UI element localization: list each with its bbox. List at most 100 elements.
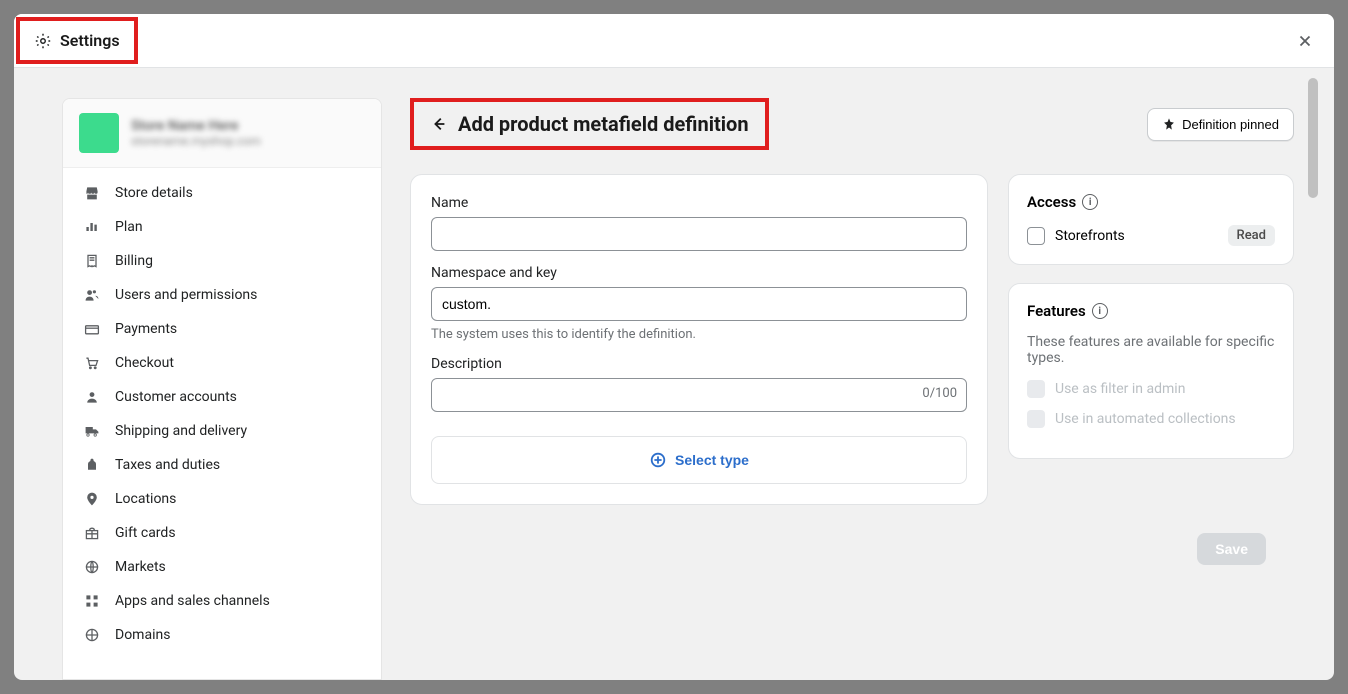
sidebar-item-checkout[interactable]: Checkout: [63, 346, 381, 380]
taxes-icon: [83, 456, 101, 474]
sidebar-item-locations[interactable]: Locations: [63, 482, 381, 516]
description-count: 0/100: [922, 386, 957, 401]
modal-body: Store Name Here storename.myshop.com Sto…: [14, 68, 1334, 680]
sidebar-item-domains[interactable]: Domains: [63, 618, 381, 652]
sidebar-item-label: Checkout: [115, 355, 174, 371]
read-badge: Read: [1228, 225, 1275, 246]
sidebar-item-label: Markets: [115, 559, 166, 575]
side-column: Access i Storefronts Read Features i: [1008, 174, 1294, 459]
info-icon[interactable]: i: [1092, 303, 1108, 319]
description-input[interactable]: [431, 378, 967, 412]
name-label: Name: [431, 195, 967, 211]
user-icon: [83, 388, 101, 406]
pinned-label: Definition pinned: [1182, 117, 1279, 132]
description-label: Description: [431, 356, 967, 372]
modal-title: Settings: [60, 31, 120, 50]
namespace-helper: The system uses this to identify the def…: [431, 327, 967, 342]
sidebar-item-gift-cards[interactable]: Gift cards: [63, 516, 381, 550]
main-content: Add product metafield definition Definit…: [382, 98, 1322, 680]
domain-icon: [83, 626, 101, 644]
settings-sidebar: Store Name Here storename.myshop.com Sto…: [62, 98, 382, 680]
save-button[interactable]: Save: [1197, 533, 1266, 565]
plus-circle-icon: [649, 451, 667, 469]
sidebar-item-label: Payments: [115, 321, 177, 337]
store-logo: [79, 113, 119, 153]
name-input[interactable]: [431, 217, 967, 251]
sidebar-item-store-details[interactable]: Store details: [63, 176, 381, 210]
features-title-row: Features i: [1027, 302, 1275, 320]
users-icon: [83, 286, 101, 304]
access-card: Access i Storefronts Read: [1008, 174, 1294, 265]
sidebar-item-customer-accounts[interactable]: Customer accounts: [63, 380, 381, 414]
select-type-button[interactable]: Select type: [431, 436, 967, 484]
sidebar-item-label: Billing: [115, 253, 153, 269]
feature-automated-row: Use in automated collections: [1027, 410, 1275, 428]
gear-icon: [34, 32, 52, 50]
nav-list: Store details Plan Billing Users and per…: [63, 168, 381, 660]
namespace-label: Namespace and key: [431, 265, 967, 281]
store-text-blurred: Store Name Here storename.myshop.com: [131, 118, 261, 148]
sidebar-item-billing[interactable]: Billing: [63, 244, 381, 278]
storefronts-checkbox[interactable]: [1027, 227, 1045, 245]
access-title: Access: [1027, 193, 1076, 211]
page-header: Add product metafield definition Definit…: [410, 98, 1294, 150]
save-row: Save: [410, 533, 1294, 565]
sidebar-item-label: Domains: [115, 627, 170, 643]
store-sub: storename.myshop.com: [131, 134, 261, 148]
location-icon: [83, 490, 101, 508]
filter-checkbox-disabled: [1027, 380, 1045, 398]
close-button[interactable]: [1296, 32, 1314, 50]
sidebar-item-users[interactable]: Users and permissions: [63, 278, 381, 312]
sidebar-item-label: Plan: [115, 219, 143, 235]
sidebar-item-label: Users and permissions: [115, 287, 257, 303]
checkout-icon: [83, 354, 101, 372]
access-title-row: Access i: [1027, 193, 1275, 211]
sidebar-item-label: Taxes and duties: [115, 457, 220, 473]
features-description: These features are available for specifi…: [1027, 334, 1275, 366]
settings-modal: Settings Store Name Here storename.mysho…: [14, 14, 1334, 680]
feature-filter-row: Use as filter in admin: [1027, 380, 1275, 398]
storefronts-label: Storefronts: [1055, 228, 1218, 244]
store-icon: [83, 184, 101, 202]
sidebar-item-label: Gift cards: [115, 525, 176, 541]
automated-label: Use in automated collections: [1055, 411, 1236, 427]
form-card: Name Namespace and key The system uses t…: [410, 174, 988, 505]
sidebar-item-apps[interactable]: Apps and sales channels: [63, 584, 381, 618]
content-row: Name Namespace and key The system uses t…: [410, 174, 1294, 505]
automated-checkbox-disabled: [1027, 410, 1045, 428]
plan-icon: [83, 218, 101, 236]
select-type-label: Select type: [675, 452, 749, 468]
sidebar-item-shipping[interactable]: Shipping and delivery: [63, 414, 381, 448]
sidebar-item-label: Shipping and delivery: [115, 423, 247, 439]
filter-label: Use as filter in admin: [1055, 381, 1185, 397]
scrollbar[interactable]: [1308, 78, 1318, 198]
store-name: Store Name Here: [131, 118, 261, 134]
billing-icon: [83, 252, 101, 270]
globe-icon: [83, 558, 101, 576]
info-icon[interactable]: i: [1082, 194, 1098, 210]
store-info: Store Name Here storename.myshop.com: [63, 99, 381, 168]
gift-icon: [83, 524, 101, 542]
sidebar-item-plan[interactable]: Plan: [63, 210, 381, 244]
page-title-area: Add product metafield definition: [410, 98, 769, 150]
sidebar-item-label: Customer accounts: [115, 389, 237, 405]
description-wrapper: 0/100: [431, 378, 967, 426]
settings-title-area: Settings: [16, 17, 138, 64]
modal-header: Settings: [14, 14, 1334, 68]
payments-icon: [83, 320, 101, 338]
features-title: Features: [1027, 302, 1086, 320]
page-title: Add product metafield definition: [458, 112, 749, 136]
sidebar-item-taxes[interactable]: Taxes and duties: [63, 448, 381, 482]
sidebar-item-payments[interactable]: Payments: [63, 312, 381, 346]
features-card: Features i These features are available …: [1008, 283, 1294, 459]
sidebar-item-markets[interactable]: Markets: [63, 550, 381, 584]
definition-pinned-button[interactable]: Definition pinned: [1147, 108, 1294, 141]
sidebar-item-label: Apps and sales channels: [115, 593, 270, 609]
truck-icon: [83, 422, 101, 440]
back-arrow-icon[interactable]: [430, 115, 448, 133]
pin-icon: [1162, 117, 1176, 131]
access-storefronts-row: Storefronts Read: [1027, 225, 1275, 246]
namespace-input[interactable]: [431, 287, 967, 321]
sidebar-item-label: Store details: [115, 185, 193, 201]
sidebar-item-label: Locations: [115, 491, 176, 507]
